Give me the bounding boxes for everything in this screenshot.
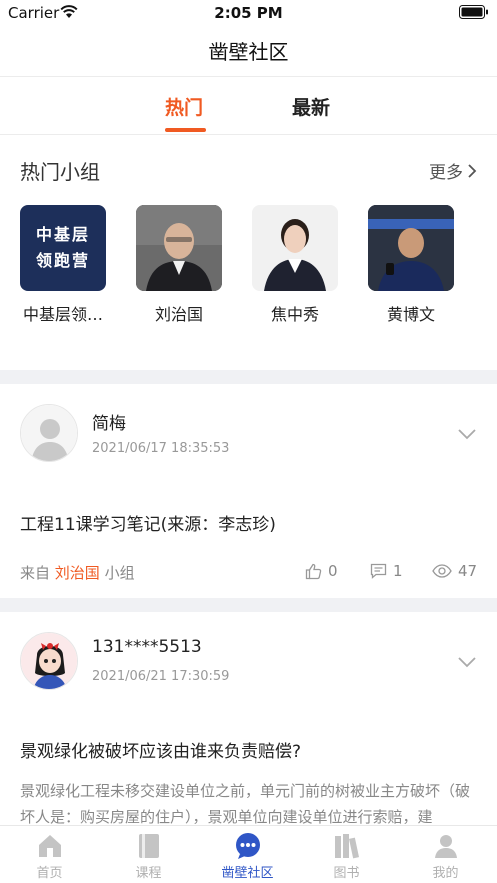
- from-prefix: 来自: [20, 564, 51, 582]
- eye-icon: [432, 564, 452, 578]
- group-item-jiao-zhongxiu[interactable]: 焦中秀: [240, 205, 350, 325]
- view-count: 47: [458, 562, 478, 580]
- section-divider: [0, 598, 497, 612]
- more-groups-label: 更多: [429, 163, 463, 183]
- tabbar-item-books[interactable]: 图书: [297, 826, 396, 883]
- clock: 2:05 PM: [214, 4, 283, 22]
- comment-icon: [370, 563, 387, 579]
- group-name: 黄博文: [386, 305, 435, 324]
- group-logo-line2: 领跑营: [35, 251, 90, 270]
- post-author[interactable]: 131****5513: [92, 637, 202, 657]
- group-name: 刘治国: [154, 305, 203, 324]
- more-groups-button[interactable]: 更多: [429, 158, 477, 183]
- post-excerpt[interactable]: 景观绿化工程未移交建设单位之前，单元门前的树被业主方破坏（破坏人是：购买房屋的住…: [20, 778, 477, 825]
- section-divider: [0, 370, 497, 384]
- thumbs-up-icon: [305, 563, 322, 579]
- group-photo: [368, 205, 454, 291]
- tabbar-label: 首页: [36, 866, 63, 881]
- from-group-link[interactable]: 刘治国: [55, 564, 100, 582]
- group-photo: [252, 205, 338, 291]
- group-logo: 中基层 领跑营: [20, 205, 106, 291]
- group-name: 焦中秀: [270, 305, 319, 324]
- tabbar-label: 我的: [432, 866, 459, 881]
- tabbar-item-community[interactable]: 凿壁社区: [198, 826, 297, 883]
- tabbar-item-home[interactable]: 首页: [0, 826, 99, 883]
- tab-latest[interactable]: 最新: [292, 93, 330, 120]
- post-title[interactable]: 工程11课学习笔记(来源：李志珍): [20, 510, 276, 535]
- tabs-divider: [0, 134, 497, 135]
- like-count: 0: [328, 562, 338, 580]
- from-suffix: 小组: [104, 564, 135, 582]
- course-book-icon: [138, 834, 159, 858]
- post-card[interactable]: 简梅 2021/06/17 18:35:53 工程11课学习笔记(来源：李志珍)…: [0, 384, 497, 598]
- chevron-down-icon[interactable]: [457, 656, 477, 668]
- hot-groups-title: 热门小组: [20, 160, 100, 184]
- comment-count: 1: [393, 562, 403, 580]
- tab-hot[interactable]: 热门: [165, 93, 203, 120]
- page-title: 凿壁社区: [208, 40, 289, 64]
- tabbar-label: 课程: [135, 866, 162, 881]
- chevron-down-icon[interactable]: [457, 428, 477, 440]
- avatar[interactable]: [20, 632, 78, 690]
- tabbar-label: 图书: [333, 866, 360, 881]
- group-item-liu-zhiguo[interactable]: 刘治国: [124, 205, 234, 325]
- like-button[interactable]: 0: [305, 562, 338, 580]
- group-item-leadership-camp[interactable]: 中基层 领跑营 中基层领…: [8, 205, 118, 325]
- chevron-right-icon: [468, 163, 477, 178]
- post-time: 2021/06/21 17:30:59: [92, 669, 230, 684]
- active-tab-indicator: [165, 128, 206, 132]
- home-icon: [38, 835, 61, 857]
- tabbar-label: 凿壁社区: [221, 866, 274, 881]
- post-time: 2021/06/17 18:35:53: [92, 441, 230, 456]
- group-name: 中基层领…: [22, 305, 103, 324]
- status-bar: Carrier 2:05 PM: [0, 0, 497, 26]
- user-icon: [434, 835, 457, 858]
- bottom-tab-bar: 首页 课程 凿壁社区 图书 我的: [0, 825, 497, 883]
- group-item-huang-bowen[interactable]: 黄博文: [356, 205, 466, 325]
- avatar[interactable]: [20, 404, 78, 462]
- feed-tabs: 热门 最新: [0, 77, 497, 135]
- tabbar-item-profile[interactable]: 我的: [396, 826, 495, 883]
- group-logo-line1: 中基层: [35, 225, 90, 244]
- tabbar-item-courses[interactable]: 课程: [99, 826, 198, 883]
- view-count-badge: 47: [432, 562, 477, 580]
- post-footer: 来自 刘治国 小组 0 1 47: [20, 562, 477, 584]
- comment-button[interactable]: 1: [370, 562, 403, 580]
- post-author[interactable]: 简梅: [92, 409, 126, 434]
- books-icon: [334, 834, 359, 859]
- post-card[interactable]: 131****5513 2021/06/21 17:30:59 景观绿化被破坏应…: [0, 612, 497, 825]
- group-photo: [136, 205, 222, 291]
- battery-icon: [459, 5, 488, 19]
- post-title[interactable]: 景观绿化被破坏应该由谁来负责赔偿?: [20, 737, 301, 762]
- chat-bubble-icon: [235, 833, 260, 859]
